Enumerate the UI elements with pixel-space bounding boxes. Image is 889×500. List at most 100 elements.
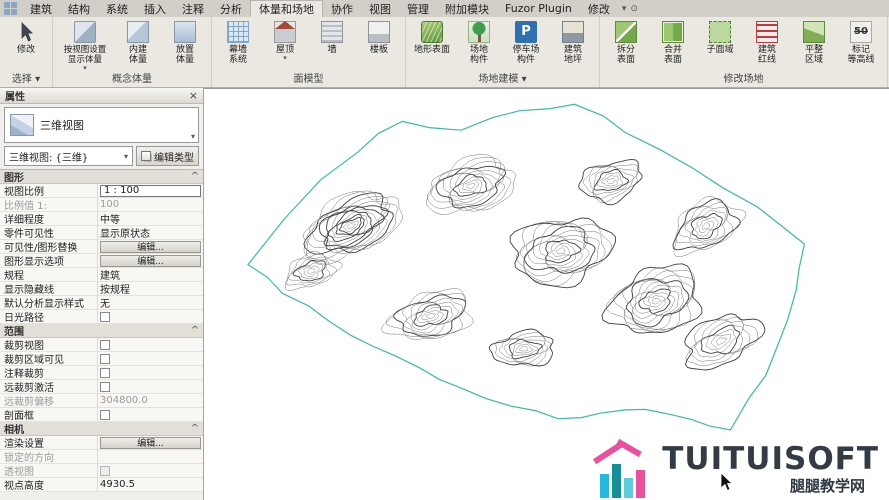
property-value[interactable]: 无: [100, 296, 110, 309]
panel-label: 场地建模 ▾: [406, 73, 599, 87]
properties-panel: 属性 × 三维视图 ▾ 三维视图: {三维} ▾ 编辑类型 图形^视图比例1 :…: [0, 88, 204, 500]
site-component-icon: [468, 21, 490, 43]
drawing-area[interactable]: TUITUISOFT 腿腿教学网: [204, 88, 889, 500]
subregion-label: 子面域: [706, 45, 733, 55]
floor-button[interactable]: 楼板: [356, 19, 402, 73]
checkbox[interactable]: [100, 354, 110, 364]
ribbon-tab-12[interactable]: 修改: [580, 0, 618, 17]
toposurface-contours: [285, 155, 765, 371]
type-selector[interactable]: 三维视图 ▾: [4, 107, 199, 143]
checkbox[interactable]: [100, 382, 110, 392]
roof-icon: [274, 21, 296, 43]
checkbox[interactable]: [100, 340, 110, 350]
property-row: 可见性/图形替换编辑...: [0, 240, 203, 254]
edit-button[interactable]: 编辑...: [100, 241, 201, 253]
building-pad-icon: [562, 21, 584, 43]
modify-cursor-label: 修改: [17, 45, 35, 55]
ribbon-tab-3[interactable]: 插入: [136, 0, 174, 17]
property-label: 裁剪区域可见: [0, 352, 98, 365]
ribbon-tab-6[interactable]: 体量和场地: [250, 0, 323, 17]
edit-button[interactable]: 编辑...: [100, 255, 201, 267]
toposurface-view[interactable]: [204, 89, 889, 500]
pin-icon[interactable]: ⊙: [630, 4, 638, 14]
section-label: 相机: [4, 421, 24, 436]
label-contours-icon: 50: [850, 21, 872, 43]
view-scale-dropdown[interactable]: 1 : 100: [100, 185, 201, 197]
parking-component-button[interactable]: P停车场 构件: [503, 19, 549, 73]
toposurface-button[interactable]: 地形表面: [409, 19, 455, 73]
property-label: 视图比例: [0, 184, 98, 197]
ribbon-tab-5[interactable]: 分析: [212, 0, 250, 17]
graded-region-label: 平整 区域: [805, 45, 823, 65]
ribbon-tab-4[interactable]: 注释: [174, 0, 212, 17]
curtain-system-button[interactable]: 幕墙 系统: [215, 19, 261, 73]
merge-surfaces-icon: [662, 21, 684, 43]
graded-region-button[interactable]: 平整 区域: [791, 19, 837, 73]
chevron-down-icon[interactable]: ▾: [622, 4, 627, 14]
checkbox[interactable]: [100, 312, 110, 322]
property-row: 详细程度中等: [0, 212, 203, 226]
graded-region-icon: [803, 21, 825, 43]
property-label: 远裁剪偏移: [0, 394, 98, 407]
ribbon-tab-10[interactable]: 附加模块: [437, 0, 497, 17]
close-icon[interactable]: ×: [189, 91, 198, 101]
toposurface-boundary[interactable]: [248, 104, 804, 430]
property-section-header[interactable]: 相机^: [0, 422, 203, 436]
site-component-button[interactable]: 场地 构件: [456, 19, 502, 73]
ribbon-panel-4: 拆分 表面合并 表面子面域建筑 红线平整 区域50标记 等高线修改场地: [600, 17, 888, 87]
toposurface-icon: [421, 21, 443, 43]
property-value[interactable]: 4930.5: [100, 479, 135, 490]
wall-button[interactable]: 墙: [309, 19, 355, 73]
wall-icon: [321, 21, 343, 43]
split-surface-button[interactable]: 拆分 表面: [603, 19, 649, 73]
section-label: 范围: [4, 323, 24, 338]
app-icon[interactable]: [4, 2, 17, 15]
ribbon-tab-1[interactable]: 结构: [60, 0, 98, 17]
inplace-mass-label: 内建 体量: [129, 45, 147, 65]
checkbox[interactable]: [100, 410, 110, 420]
edit-type-button[interactable]: 编辑类型: [136, 146, 199, 166]
property-label: 视点高度: [0, 478, 98, 491]
property-value[interactable]: 中等: [100, 212, 120, 225]
building-pad-button[interactable]: 建筑 地坪: [550, 19, 596, 73]
property-label: 零件可见性: [0, 226, 98, 239]
property-value[interactable]: 按规程: [100, 282, 130, 295]
subregion-button[interactable]: 子面域: [697, 19, 743, 73]
wall-label: 墙: [327, 45, 336, 55]
property-label: 比例值 1:: [0, 198, 98, 211]
property-row: 剖面框: [0, 408, 203, 422]
roof-button[interactable]: 屋顶▾: [262, 19, 308, 73]
property-section-header[interactable]: 图形^: [0, 170, 203, 184]
ribbon-tab-11[interactable]: Fuzor Plugin: [497, 0, 580, 17]
inplace-mass-button[interactable]: 内建 体量: [115, 19, 161, 73]
modify-cursor-icon: [15, 21, 37, 43]
view-type-icon: [10, 114, 34, 136]
property-line-button[interactable]: 建筑 红线: [744, 19, 790, 73]
edit-button[interactable]: 编辑...: [100, 437, 201, 449]
ribbon-panel-3: 地形表面场地 构件P停车场 构件建筑 地坪场地建模 ▾: [406, 17, 600, 87]
ribbon-tab-8[interactable]: 视图: [361, 0, 399, 17]
ribbon-tab-2[interactable]: 系统: [98, 0, 136, 17]
show-mass-label: 按视图设置 显示体量: [64, 45, 107, 65]
property-section-header[interactable]: 范围^: [0, 324, 203, 338]
property-row: 比例值 1:100: [0, 198, 203, 212]
place-mass-button[interactable]: 放置 体量: [162, 19, 208, 73]
checkbox[interactable]: [100, 368, 110, 378]
watermark-site: 腿腿教学网: [790, 475, 865, 496]
view-selector-dropdown[interactable]: 三维视图: {三维} ▾: [4, 146, 133, 166]
property-value: 100: [100, 199, 119, 210]
ribbon-tab-7[interactable]: 协作: [323, 0, 361, 17]
property-row: 注释裁剪: [0, 366, 203, 380]
tab-list: 建筑结构系统插入注释分析体量和场地协作视图管理附加模块Fuzor Plugin修…: [22, 0, 618, 17]
modify-cursor-button[interactable]: 修改: [3, 19, 49, 73]
ribbon-tab-bar: 建筑结构系统插入注释分析体量和场地协作视图管理附加模块Fuzor Plugin修…: [0, 0, 889, 17]
property-value[interactable]: 显示原状态: [100, 226, 150, 239]
merge-surfaces-button[interactable]: 合并 表面: [650, 19, 696, 73]
ribbon-tab-9[interactable]: 管理: [399, 0, 437, 17]
property-value[interactable]: 建筑: [100, 268, 120, 281]
merge-surfaces-label: 合并 表面: [664, 45, 682, 65]
show-mass-button[interactable]: 按视图设置 显示体量▾: [56, 19, 114, 73]
ribbon-tab-0[interactable]: 建筑: [22, 0, 60, 17]
panel-label: 面模型: [212, 73, 405, 87]
label-contours-button[interactable]: 50标记 等高线: [838, 19, 884, 73]
